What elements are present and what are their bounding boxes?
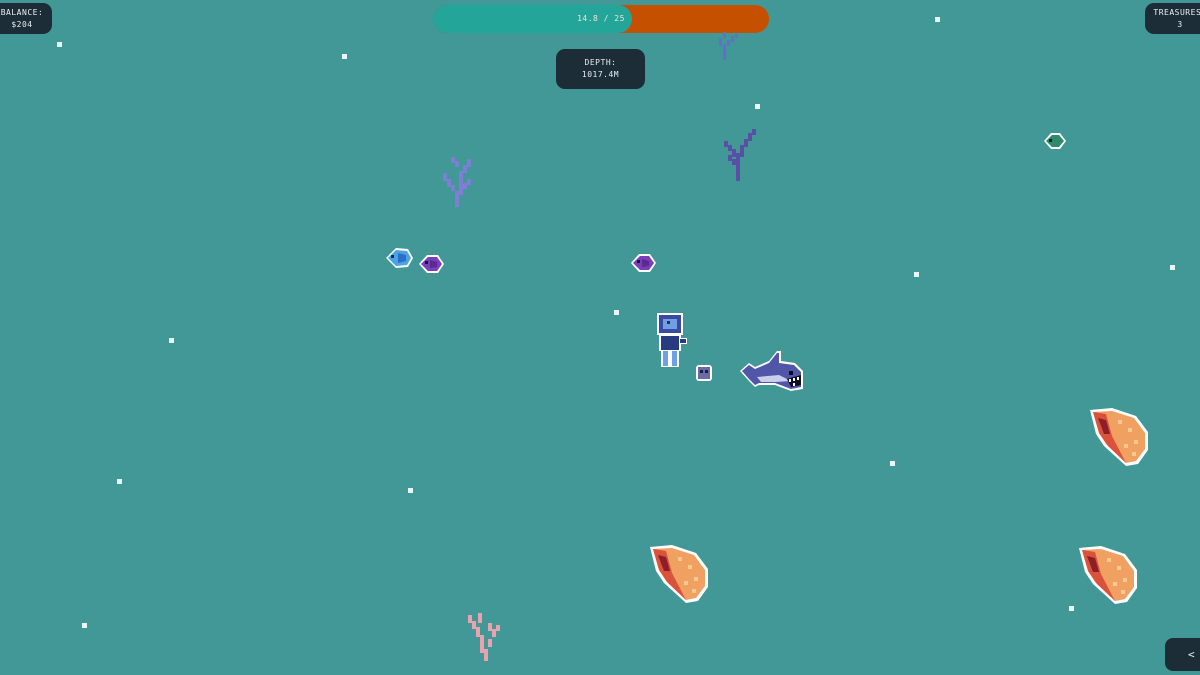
treasures-label: TREASURES: [1153, 8, 1200, 17]
pufferfish-sprite [696, 365, 712, 381]
bubble [169, 338, 174, 343]
balance-label: BALANCE: [0, 8, 44, 17]
oxygen-bar: 14.8 / 25 [433, 5, 769, 33]
green-fish-sprite [1044, 133, 1066, 149]
bubble [117, 479, 122, 484]
blue-fish-sprite [386, 248, 413, 268]
bubble [614, 310, 619, 315]
panel-toggle-button[interactable]: < [1165, 638, 1200, 671]
treasures-value: 3 [1177, 20, 1183, 29]
purple-coral-sprite [443, 157, 471, 207]
balance-value: $204 [11, 20, 33, 29]
depth-value: 1017.4M [581, 70, 620, 79]
conch-shell-treasure[interactable] [1077, 544, 1139, 606]
bubble [408, 488, 413, 493]
depth-panel: DEPTH: 1017.4M [556, 49, 645, 89]
oxygen-text: 14.8 / 25 [577, 14, 625, 23]
bubble [914, 272, 919, 277]
depth-label: DEPTH: [584, 58, 617, 67]
shark-sprite [740, 351, 803, 391]
bubble [342, 54, 347, 59]
bubble [82, 623, 87, 628]
conch-shell-treasure[interactable] [648, 543, 710, 605]
purple-fish-sprite [419, 255, 444, 273]
purple-fish-sprite [631, 254, 656, 272]
treasures-panel: TREASURES: 3 [1145, 3, 1200, 34]
bubble [57, 42, 62, 47]
bubble [755, 104, 760, 109]
conch-shell-treasure[interactable] [1088, 406, 1150, 468]
bubble [1170, 265, 1175, 270]
purple-coral-sprite [719, 32, 738, 60]
bubble [1069, 606, 1074, 611]
bubble [890, 461, 895, 466]
diver-sprite [657, 313, 687, 367]
purple-coral-sprite [724, 129, 756, 181]
balance-panel: BALANCE: $204 [0, 3, 52, 34]
pink-coral-sprite [468, 613, 500, 661]
bubble [935, 17, 940, 22]
